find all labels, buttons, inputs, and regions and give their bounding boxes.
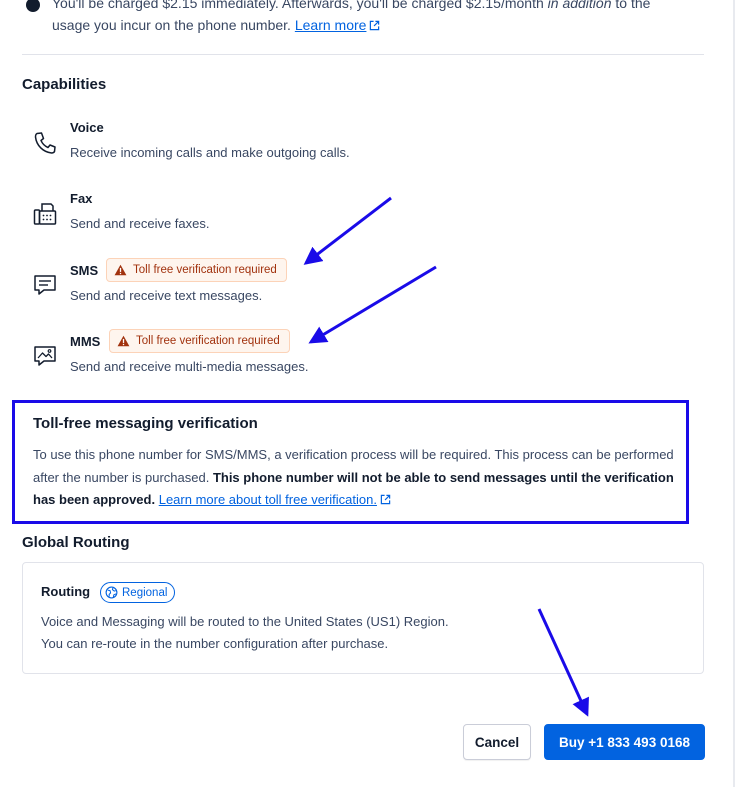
routing-card: Routing Regional Voice and Messaging wil…: [22, 562, 704, 674]
global-routing-heading: Global Routing: [22, 534, 130, 551]
capability-description: Send and receive faxes.: [70, 216, 210, 231]
message-icon: [34, 275, 56, 295]
verification-body: To use this phone number for SMS/MMS, a …: [33, 447, 674, 507]
warning-icon: [117, 335, 130, 347]
warning-icon: [114, 264, 127, 276]
capability-name: Voice: [70, 120, 104, 135]
capability-description: Receive incoming calls and make outgoing…: [70, 145, 350, 160]
capability-name: Fax: [70, 191, 93, 206]
pricing-notice-line2: usage you incur on the phone number. Lea…: [22, 14, 712, 36]
capability-description: Send and receive multi-media messages.: [70, 359, 309, 374]
buy-number-button[interactable]: Buy +1 833 493 0168: [544, 724, 705, 760]
section-divider: [22, 54, 704, 55]
verification-required-badge: Toll free verification required: [106, 258, 287, 282]
routing-reroute-note: You can re-route in the number configura…: [41, 636, 389, 651]
capabilities-heading: Capabilities: [22, 76, 107, 93]
toll-free-verification-callout: Toll-free messaging verification To use …: [12, 400, 689, 524]
pricing-notice: You'll be charged $2.15 immediately. Aft…: [22, 0, 712, 36]
routing-description: Voice and Messaging will be routed to th…: [41, 614, 449, 629]
external-link-icon: [370, 20, 380, 31]
toll-free-verification-link[interactable]: Learn more about toll free verification.: [159, 492, 377, 507]
verification-required-badge: Toll free verification required: [109, 329, 290, 353]
globe-icon: [105, 586, 118, 599]
capability-sms: SMS Toll free verification required Send…: [22, 258, 622, 318]
capability-description: Send and receive text messages.: [70, 288, 263, 303]
fax-icon: [33, 203, 57, 225]
learn-more-link[interactable]: Learn more: [295, 17, 367, 33]
capability-fax: Fax Send and receive faxes.: [22, 191, 622, 251]
image-message-icon: [34, 346, 56, 366]
regional-badge: Regional: [100, 582, 176, 603]
verification-title: Toll-free messaging verification: [33, 415, 258, 432]
routing-label: Routing: [41, 584, 91, 599]
phone-icon: [34, 132, 56, 154]
capability-name: SMS: [70, 263, 99, 278]
capability-name: MMS: [70, 334, 101, 349]
pricing-notice-line1: You'll be charged $2.15 immediately. Aft…: [52, 0, 651, 11]
capability-mms: MMS Toll free verification required Send…: [22, 329, 622, 389]
external-link-icon: [380, 494, 391, 505]
cancel-button[interactable]: Cancel: [463, 724, 531, 760]
capability-voice: Voice Receive incoming calls and make ou…: [22, 120, 622, 180]
